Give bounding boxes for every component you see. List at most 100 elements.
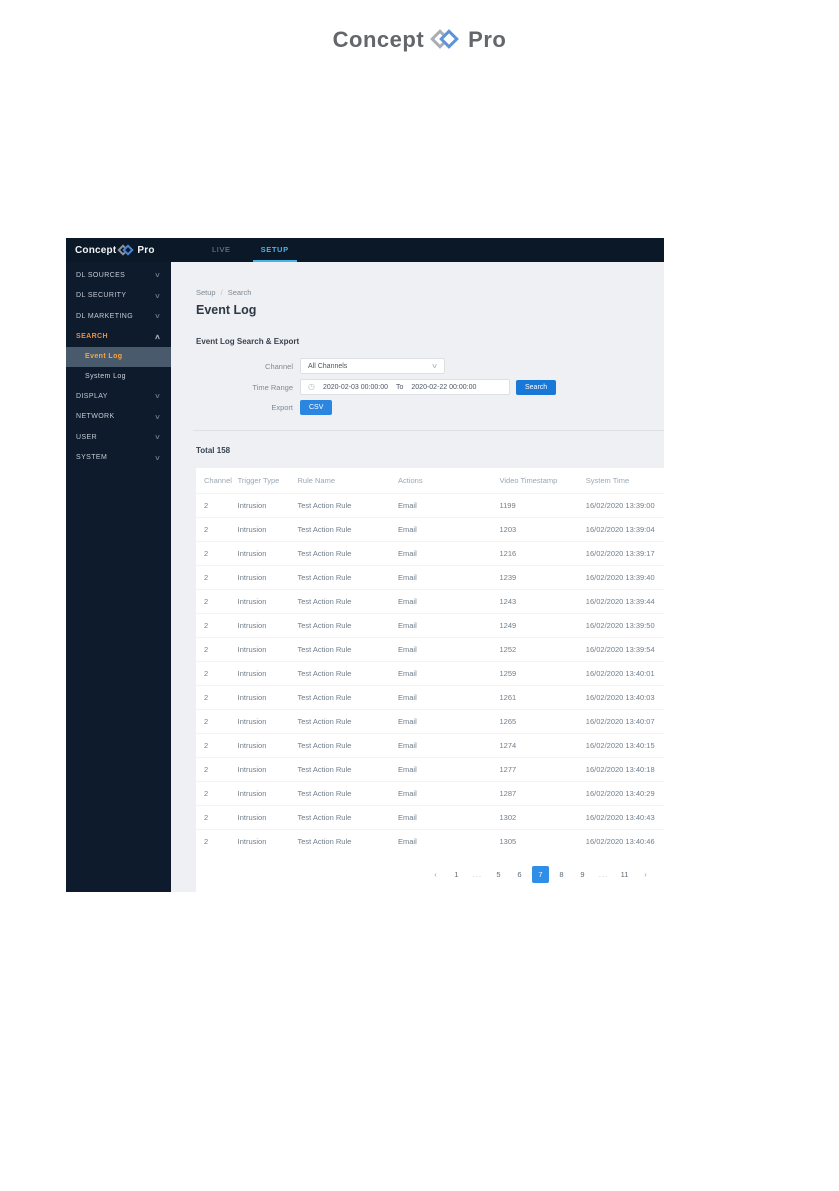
column-header: Channel (204, 475, 232, 485)
tab-live[interactable]: LIVE (204, 238, 239, 262)
pagination-page-9[interactable]: 9 (574, 866, 591, 883)
table-cell: Test Action Rule (297, 780, 398, 805)
breadcrumb-setup[interactable]: Setup (196, 288, 216, 297)
pagination-next-chevron-right-icon[interactable]: › (637, 866, 654, 883)
sidebar-item-search[interactable]: SEARCH ∧ (66, 327, 171, 348)
table-cell: 1305 (499, 828, 586, 853)
table-row: 2 Intrusion Test Action Rule Email 1252 16/02… (196, 636, 664, 661)
table-cell: Intrusion (237, 684, 298, 709)
table-cell: 2 (196, 660, 238, 685)
sidebar-item-label: SEARCH (76, 333, 108, 341)
site-logo-text-pro: Pro (468, 27, 507, 52)
sidebar-item-dl-marketing[interactable]: DL MARKETING ∨ (66, 306, 171, 327)
table-row: 2 Intrusion Test Action Rule Email 1199 16/02… (196, 492, 664, 517)
sidebar-item-system[interactable]: SYSTEM ∨ (66, 448, 171, 469)
table-cell: Intrusion (237, 780, 298, 805)
table-cell: Test Action Rule (297, 684, 398, 709)
sidebar-item-user[interactable]: USER ∨ (66, 427, 171, 448)
sidebar-item-label: DISPLAY (76, 392, 108, 400)
table-cell: 1302 (499, 804, 586, 829)
section-divider (193, 430, 664, 431)
event-log-table: Channel Trigger Type Rule Name Actions Video… (196, 468, 664, 853)
table-cell: 1252 (499, 636, 586, 661)
page-title: Event Log (196, 303, 257, 317)
chevron-up-icon: ∧ (154, 333, 162, 341)
column-header: Video Timestamp (499, 475, 558, 485)
table-cell: 2 (196, 828, 238, 853)
sidebar-item-label: DL SOURCES (76, 271, 126, 279)
pagination-page-6[interactable]: 6 (511, 866, 528, 883)
time-from-value[interactable]: 2020-02-03 00:00:00 (323, 384, 388, 391)
sidebar-item-system-log[interactable]: System Log (66, 367, 171, 387)
sidebar-item-event-log[interactable]: Event Log (66, 347, 171, 367)
table-cell: 1287 (499, 780, 586, 805)
event-log-panel: Channel Trigger Type Rule Name Actions Video… (196, 468, 664, 892)
chevron-down-icon: ∨ (154, 413, 162, 421)
channel-select[interactable]: All Channels ∨ (300, 358, 445, 374)
table-cell: Test Action Rule (297, 804, 398, 829)
sidebar-menu: DL SOURCES ∨ DL SECURITY ∨ DL MARKETING ∨ SEAR… (66, 262, 171, 892)
table-cell: Intrusion (237, 540, 298, 565)
search-button[interactable]: Search (516, 379, 557, 395)
pagination-page-5[interactable]: 5 (490, 866, 507, 883)
table-row: 2 Intrusion Test Action Rule Email 1274 16/02… (196, 732, 664, 757)
time-range-input[interactable]: ◷ 2020-02-03 00:00:00 To 2020-02-22 00:0… (300, 379, 510, 395)
table-cell: 16/02/2020 13:40:07 (585, 708, 664, 733)
chevron-down-icon: ∨ (154, 454, 162, 462)
pagination-prev-chevron-left-icon[interactable]: ‹ (427, 866, 444, 883)
main-tabs: LIVE SETUP (204, 238, 297, 262)
table-cell: 1274 (499, 732, 586, 757)
pagination-page-7[interactable]: 7 (532, 866, 549, 883)
app-top-navbar: Concept Pro LIVE SETUP (66, 238, 664, 262)
sidebar-item-label: System Log (85, 372, 126, 380)
sidebar-item-network[interactable]: NETWORK ∨ (66, 407, 171, 428)
table-cell: Intrusion (237, 660, 298, 685)
table-cell: Test Action Rule (297, 732, 398, 757)
table-row: 2 Intrusion Test Action Rule Email 1239 16/02… (196, 564, 664, 589)
table-row: 2 Intrusion Test Action Rule Email 1277 16/02… (196, 756, 664, 781)
table-cell: 16/02/2020 13:40:03 (585, 684, 664, 709)
sidebar-item-display[interactable]: DISPLAY ∨ (66, 386, 171, 407)
pagination-ellipsis: ... (598, 870, 609, 879)
table-cell: Intrusion (237, 756, 298, 781)
app-logo-text-pro: Pro (137, 244, 155, 256)
sidebar-item-dl-security[interactable]: DL SECURITY ∨ (66, 286, 171, 307)
table-cell: 16/02/2020 13:40:46 (585, 828, 664, 853)
chevron-down-icon: ∨ (154, 292, 162, 300)
table-cell: 1239 (499, 564, 586, 589)
pagination-page-8[interactable]: 8 (553, 866, 570, 883)
breadcrumb-separator: / (220, 288, 223, 297)
pagination-ellipsis: ... (472, 870, 483, 879)
table-cell: Intrusion (237, 564, 298, 589)
pagination-page-11[interactable]: 11 (616, 866, 633, 883)
time-to-value[interactable]: 2020-02-22 00:00:00 (411, 384, 476, 391)
table-cell: Test Action Rule (297, 564, 398, 589)
table-row: 2 Intrusion Test Action Rule Email 1259 16/02… (196, 660, 664, 685)
table-cell: 2 (196, 732, 238, 757)
table-cell: Intrusion (237, 732, 298, 757)
time-range-label: Time Range (252, 382, 293, 392)
csv-export-button[interactable]: CSV (300, 400, 333, 415)
app-logo-diamond-icon (117, 243, 135, 257)
pagination-page-1[interactable]: 1 (448, 866, 465, 883)
table-cell: 2 (196, 492, 238, 517)
tab-setup[interactable]: SETUP (252, 238, 297, 262)
table-cell: 2 (196, 804, 238, 829)
time-range-to-separator: To (395, 383, 404, 391)
table-cell: 1277 (499, 756, 586, 781)
sidebar-item-label: NETWORK (76, 413, 115, 421)
table-cell: Email (398, 684, 500, 709)
breadcrumb-search[interactable]: Search (228, 288, 252, 297)
column-header: Trigger Type (237, 475, 280, 485)
app-window: Concept Pro LIVE SETUP DL SOURCES ∨ DL SEC… (66, 238, 664, 892)
chevron-down-icon: ∨ (154, 434, 162, 442)
sidebar-item-dl-sources[interactable]: DL SOURCES ∨ (66, 265, 171, 286)
chevron-down-icon: ∨ (430, 363, 439, 370)
table-cell: Test Action Rule (297, 828, 398, 853)
table-cell: Email (398, 636, 500, 661)
total-count: Total 158 (196, 446, 231, 455)
table-cell: 2 (196, 708, 238, 733)
content-area: Setup / Search Event Log Event Log Searc… (171, 262, 664, 892)
table-cell: Intrusion (237, 804, 298, 829)
table-row: 2 Intrusion Test Action Rule Email 1249 16/02… (196, 612, 664, 637)
